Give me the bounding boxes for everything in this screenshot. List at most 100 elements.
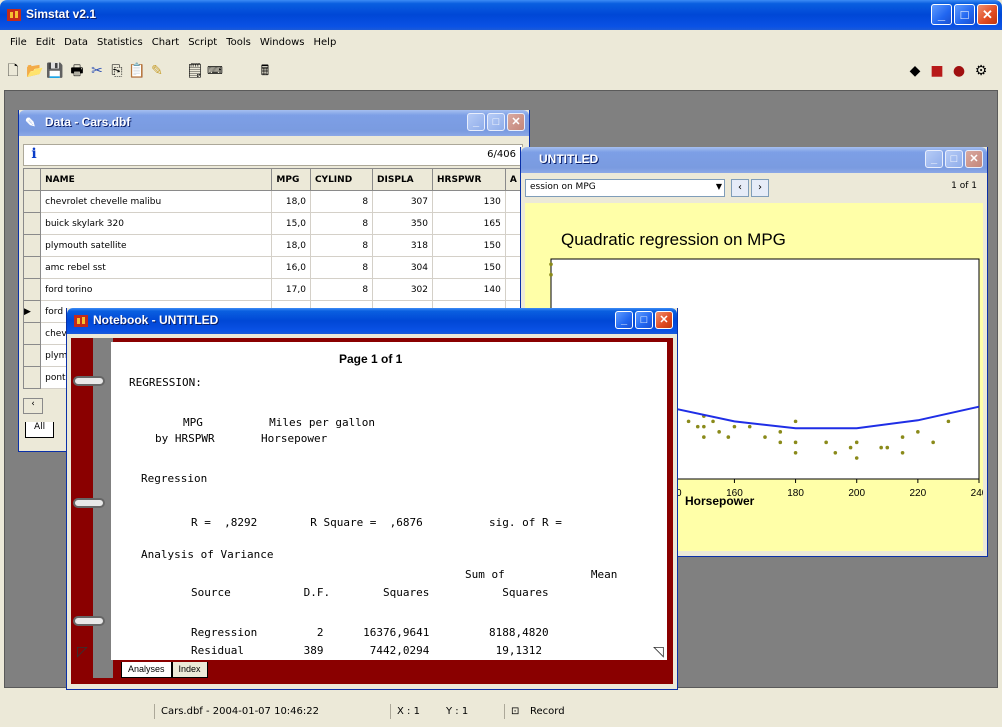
cell[interactable]: 8: [309, 190, 374, 213]
notebook-maximize-button[interactable]: □: [635, 311, 653, 329]
data-titlebar[interactable]: ✎ Data - Cars.dbf _ □ ✕: [19, 110, 529, 136]
chevron-down-icon[interactable]: ▼: [716, 182, 722, 191]
table-row[interactable]: amc rebel sst 16,0 8 304 150: [22, 256, 524, 279]
calculator-icon[interactable]: 🖩: [256, 62, 274, 80]
cell[interactable]: 150: [432, 234, 506, 257]
menu-edit[interactable]: Edit: [32, 34, 60, 54]
cell[interactable]: 130: [432, 190, 506, 213]
table-row[interactable]: buick skylark 320 15,0 8 350 165: [22, 212, 524, 235]
data-point: [778, 430, 783, 434]
edit-pencil-icon[interactable]: ✎: [148, 62, 166, 80]
menu-data[interactable]: Data: [60, 34, 93, 54]
cell[interactable]: 150: [432, 256, 506, 279]
chart-minimize-button[interactable]: _: [925, 150, 943, 168]
pencil-icon: ✎: [25, 115, 36, 130]
cell[interactable]: 350: [372, 212, 433, 235]
menu-file[interactable]: File: [6, 34, 32, 54]
cell[interactable]: 8: [309, 278, 374, 301]
notebook-page[interactable]: Page 1 of 1 REGRESSION: MPG Miles per ga…: [111, 342, 667, 660]
info-icon[interactable]: i: [24, 146, 44, 164]
x-axis-label: Horsepower: [685, 494, 755, 508]
page-back-arrow-icon[interactable]: ◸: [77, 644, 88, 660]
scroll-left-button[interactable]: ‹: [23, 398, 43, 414]
data-point: [711, 419, 715, 424]
main-titlebar[interactable]: Simstat v2.1 _ □ ✕: [0, 0, 1002, 30]
chart-close-button[interactable]: ✕: [965, 150, 983, 168]
tab-analyses[interactable]: Analyses: [121, 662, 172, 678]
close-button[interactable]: ✕: [977, 4, 998, 25]
chart-maximize-button[interactable]: □: [945, 150, 963, 168]
col-hrspwr[interactable]: HRSPWR: [432, 168, 506, 191]
menu-script[interactable]: Script: [184, 34, 222, 54]
menu-help[interactable]: Help: [310, 34, 342, 54]
cell[interactable]: amc rebel sst: [40, 256, 273, 279]
keyboard-icon[interactable]: ⌨: [206, 62, 224, 80]
table-row[interactable]: plymouth satellite 18,0 8 318 150: [22, 234, 524, 257]
cut-icon[interactable]: ✂: [88, 62, 106, 80]
data-point: [778, 440, 783, 445]
cell[interactable]: 16,0: [271, 256, 311, 279]
cell[interactable]: 8: [309, 234, 374, 257]
data-maximize-button[interactable]: □: [487, 113, 505, 131]
cell[interactable]: 15,0: [271, 212, 311, 235]
print-icon[interactable]: 🖶: [68, 62, 86, 80]
data-close-button[interactable]: ✕: [507, 113, 525, 131]
cell[interactable]: ford torino: [40, 278, 273, 301]
menu-tools[interactable]: Tools: [222, 34, 256, 54]
cell[interactable]: 165: [432, 212, 506, 235]
tab-index[interactable]: Index: [171, 662, 208, 678]
tab-all[interactable]: All: [25, 422, 55, 438]
copy-icon[interactable]: ⎘: [108, 62, 126, 80]
status-record[interactable]: Record: [524, 704, 565, 719]
cell[interactable]: 307: [372, 190, 433, 213]
next-chart-button[interactable]: ›: [751, 179, 769, 197]
maximize-button[interactable]: □: [954, 4, 975, 25]
cell[interactable]: plymouth satellite: [40, 234, 273, 257]
graph-icon[interactable]: ●: [950, 62, 968, 80]
cell[interactable]: 302: [372, 278, 433, 301]
minimize-button[interactable]: _: [931, 4, 952, 25]
cell[interactable]: 8: [309, 212, 374, 235]
output-line: Regression: [141, 472, 208, 485]
cell[interactable]: chevrolet chevelle malibu: [40, 190, 273, 213]
data-point: [848, 445, 853, 450]
cell[interactable]: 140: [432, 278, 506, 301]
col-mpg[interactable]: MPG: [271, 168, 311, 191]
notebook-titlebar[interactable]: Notebook - UNTITLED _ □ ✕: [67, 308, 677, 334]
chart-book-icon[interactable]: ■: [928, 62, 946, 80]
col-displa[interactable]: DISPLA: [372, 168, 433, 191]
chart-titlebar[interactable]: UNTITLED _ □ ✕: [521, 147, 987, 173]
cell[interactable]: 318: [372, 234, 433, 257]
open-folder-icon[interactable]: 📂: [26, 62, 44, 80]
page-forward-arrow-icon[interactable]: ◹: [653, 644, 664, 660]
prev-chart-button[interactable]: ‹: [731, 179, 749, 197]
x-tick-label: 220: [910, 488, 927, 499]
table-row[interactable]: ford torino 17,0 8 302 140: [22, 278, 524, 301]
save-icon[interactable]: 💾: [46, 62, 64, 80]
menu-windows[interactable]: Windows: [256, 34, 310, 54]
notebook-minimize-button[interactable]: _: [615, 311, 633, 329]
menu-statistics[interactable]: Statistics: [93, 34, 148, 54]
tools-icon[interactable]: ⚙: [972, 62, 990, 80]
menu-chart[interactable]: Chart: [148, 34, 184, 54]
cell[interactable]: 18,0: [271, 190, 311, 213]
cell[interactable]: 8: [309, 256, 374, 279]
data-point: [702, 435, 706, 439]
chart-selector[interactable]: ession on MPG ▼: [525, 179, 725, 197]
record-icon[interactable]: ⊡: [504, 704, 519, 719]
cell[interactable]: 304: [372, 256, 433, 279]
data-point: [931, 440, 935, 445]
new-file-icon[interactable]: 🗋: [4, 62, 22, 80]
cell[interactable]: 18,0: [271, 234, 311, 257]
data-minimize-button[interactable]: _: [467, 113, 485, 131]
cell[interactable]: 17,0: [271, 278, 311, 301]
col-name[interactable]: NAME: [40, 168, 273, 191]
table-row[interactable]: chevrolet chevelle malibu 18,0 8 307 130: [22, 190, 524, 213]
notebook-close-button[interactable]: ✕: [655, 311, 673, 329]
col-cylind[interactable]: CYLIND: [309, 168, 374, 191]
notebook-icon[interactable]: 🗒: [186, 62, 204, 80]
bell-icon[interactable]: ◆: [906, 62, 924, 80]
paste-icon[interactable]: 📋: [128, 62, 146, 80]
cell[interactable]: buick skylark 320: [40, 212, 273, 235]
data-point: [702, 424, 706, 429]
